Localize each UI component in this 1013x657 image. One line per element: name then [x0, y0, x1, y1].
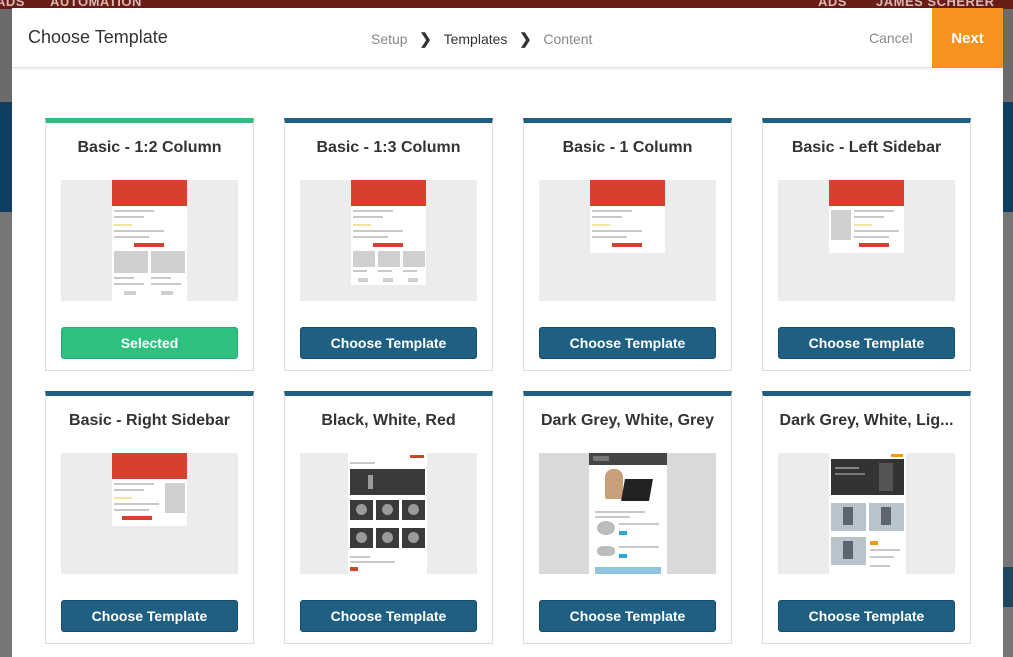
template-card[interactable]: Basic - Right Sidebar Choose Template [45, 391, 254, 644]
template-card[interactable]: Dark Grey, White, Grey Choose Template [523, 391, 732, 644]
step-setup[interactable]: Setup [371, 31, 408, 47]
choose-template-modal: Choose Template Setup ❯ Templates ❯ Cont… [12, 8, 1003, 657]
template-title: Basic - Right Sidebar [69, 412, 230, 429]
selected-button[interactable]: Selected [61, 327, 238, 359]
template-title: Basic - 1 Column [562, 139, 693, 156]
modal-header: Choose Template Setup ❯ Templates ❯ Cont… [12, 8, 1003, 68]
step-templates[interactable]: Templates [444, 31, 508, 47]
chevron-right-icon: ❯ [519, 31, 532, 48]
template-preview[interactable] [539, 453, 716, 574]
chevron-right-icon: ❯ [419, 31, 432, 48]
wizard-steps: Setup ❯ Templates ❯ Content [371, 30, 592, 48]
template-preview[interactable] [300, 453, 477, 574]
next-button[interactable]: Next [932, 8, 1003, 68]
choose-template-button[interactable]: Choose Template [539, 327, 716, 359]
template-card[interactable]: Basic - 1:3 Column Choose Template [284, 118, 493, 371]
template-preview[interactable] [539, 180, 716, 301]
template-card[interactable]: Basic - Left Sidebar Choose Template [762, 118, 971, 371]
cancel-button[interactable]: Cancel [869, 30, 913, 46]
choose-template-button[interactable]: Choose Template [778, 327, 955, 359]
template-title: Basic - 1:2 Column [77, 139, 222, 156]
choose-template-button[interactable]: Choose Template [300, 327, 477, 359]
template-title: Black, White, Red [321, 412, 456, 429]
choose-template-button[interactable]: Choose Template [300, 600, 477, 632]
template-preview[interactable] [778, 180, 955, 301]
template-title: Basic - Left Sidebar [791, 139, 942, 156]
modal-title: Choose Template [28, 27, 168, 47]
template-grid: Basic - 1:2 Column Selected Basic - 1:3 … [45, 118, 971, 644]
template-preview[interactable] [778, 453, 955, 574]
choose-template-button[interactable]: Choose Template [778, 600, 955, 632]
template-title: Dark Grey, White, Lig... [779, 412, 954, 429]
template-preview[interactable] [61, 180, 238, 301]
template-card[interactable]: Black, White, Red Choose Template [284, 391, 493, 644]
step-content[interactable]: Content [543, 31, 592, 47]
choose-template-button[interactable]: Choose Template [61, 600, 238, 632]
choose-template-button[interactable]: Choose Template [539, 600, 716, 632]
template-title: Basic - 1:3 Column [316, 139, 461, 156]
template-card[interactable]: Basic - 1:2 Column Selected [45, 118, 254, 371]
template-card[interactable]: Dark Grey, White, Lig... Choose Template [762, 391, 971, 644]
template-preview[interactable] [61, 453, 238, 574]
template-card[interactable]: Basic - 1 Column Choose Template [523, 118, 732, 371]
template-preview[interactable] [300, 180, 477, 301]
template-title: Dark Grey, White, Grey [540, 412, 715, 429]
